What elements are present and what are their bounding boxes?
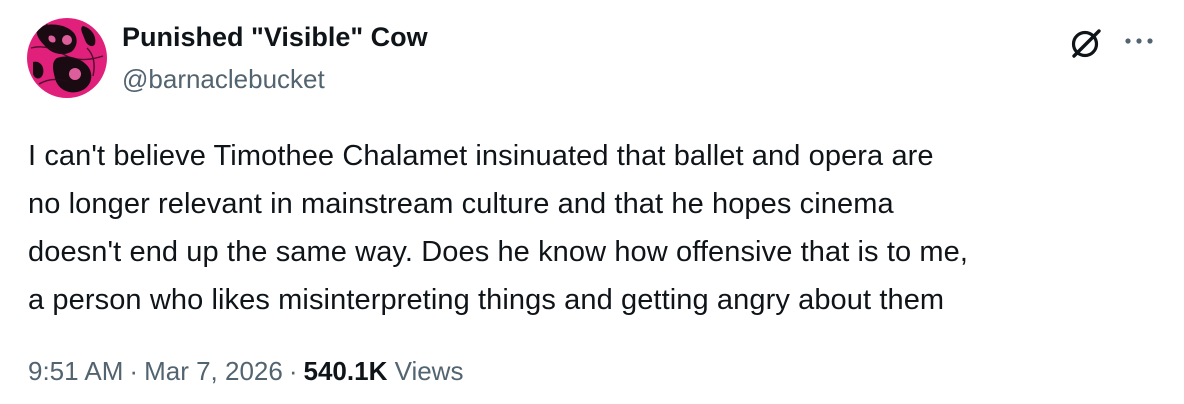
tweet-date[interactable]: Mar 7, 2026: [144, 356, 283, 386]
author-handle[interactable]: @barnaclebucket: [122, 64, 325, 95]
tweet-text-line: I can't believe Timothee Chalamet insinu…: [28, 140, 934, 172]
tweet-text-line: no longer relevant in mainstream culture…: [28, 188, 894, 220]
meta-separator: ·: [129, 356, 139, 386]
views-label: Views: [394, 356, 464, 386]
tweet-card: Punished "Visible" Cow @barnaclebucket I…: [0, 0, 1184, 404]
tweet-time[interactable]: 9:51 AM: [28, 356, 123, 386]
avatar[interactable]: [27, 18, 107, 98]
meta-separator: ·: [288, 356, 298, 386]
tweet-text-line: doesn't end up the same way. Does he kno…: [28, 236, 968, 268]
author-display-name[interactable]: Punished "Visible" Cow: [122, 22, 428, 53]
avatar-image: [27, 18, 107, 98]
grok-icon[interactable]: [1066, 23, 1106, 63]
views-count: 540.1K: [303, 356, 388, 386]
tweet-text-line: a person who likes misinterpreting thing…: [28, 284, 945, 316]
more-dots-icon[interactable]: [1122, 26, 1156, 56]
tweet-meta: 9:51 AM · Mar 7, 2026 · 540.1K Views: [28, 356, 463, 387]
tweet-text: I can't believe Timothee Chalamet insinu…: [28, 132, 1158, 324]
